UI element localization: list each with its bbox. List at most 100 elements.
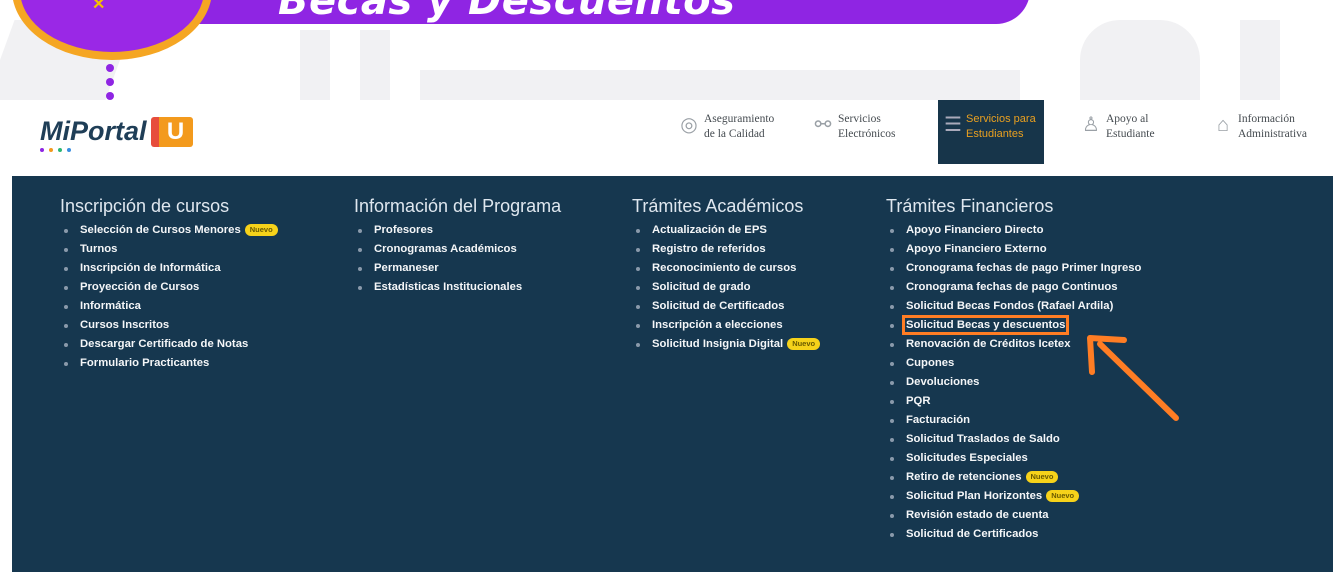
menu-item-label: Renovación de Créditos Icetex: [906, 338, 1071, 350]
menu-item-label: Cursos Inscritos: [80, 319, 170, 331]
menu-item-label: Apoyo Financiero Externo: [906, 243, 1047, 255]
column-inscripcion-cursos: Inscripción de cursos Selección de Curso…: [60, 196, 278, 373]
menu-item-label: Cronograma fechas de pago Continuos: [906, 281, 1118, 293]
menu-item-label: Reconocimiento de cursos: [652, 262, 797, 274]
menu-item[interactable]: Turnos: [60, 240, 278, 259]
menu-item[interactable]: Solicitud Becas Fondos (Rafael Ardila): [886, 297, 1141, 316]
person-icon: ♙: [1082, 114, 1100, 136]
menu-item[interactable]: Inscripción de Informática: [60, 259, 278, 278]
menu-item[interactable]: Solicitud Insignia Digital Nuevo: [632, 335, 821, 354]
menu-item[interactable]: Apoyo Financiero Directo: [886, 221, 1141, 240]
menu-item-label: Profesores: [374, 224, 434, 236]
menu-list: Selección de Cursos Menores Nuevo Turnos In…: [60, 221, 278, 373]
nav-item-servicios-electronicos[interactable]: ⚯ Servicios Electrónicos: [812, 112, 914, 142]
nav-item-servicios-estudiantes[interactable]: ☰ Servicios para Estudiantes: [938, 100, 1044, 164]
menu-item-label: Proyección de Cursos: [80, 281, 200, 293]
nav-item-aseguramiento[interactable]: ◎ Aseguramiento de la Calidad: [678, 112, 786, 142]
menu-item-label: Solicitudes Especiales: [906, 452, 1028, 464]
menu-item[interactable]: Revisión estado de cuenta: [886, 506, 1141, 525]
menu-item-label: Permaneser: [374, 262, 439, 274]
menu-item-label: PQR: [906, 395, 931, 407]
menu-list: Profesores Cronogramas Académicos Permanes…: [354, 221, 561, 297]
column-title: Trámites Financieros: [886, 196, 1054, 216]
nav-label: Servicios para Estudiantes: [966, 113, 1036, 140]
nav-item-apoyo-estudiante[interactable]: ♙ Apoyo al Estudiante: [1080, 112, 1176, 142]
menu-item-label: Selección de Cursos Menores: [80, 224, 241, 236]
menu-item[interactable]: Estadísticas Institucionales: [354, 278, 561, 297]
menu-item-label: Inscripción de Informática: [80, 262, 221, 274]
column-title: Trámites Académicos: [632, 196, 804, 216]
menu-item[interactable]: Solicitud de Certificados: [632, 297, 820, 316]
menu-item[interactable]: Solicitud de Certificados: [886, 525, 1141, 544]
logo-text: MiPortal: [40, 116, 147, 146]
menu-item[interactable]: Cronograma fechas de pago Continuos: [886, 278, 1141, 297]
building-icon: ⌂: [1216, 114, 1230, 136]
menu-item[interactable]: Cronograma fechas de pago Primer Ingreso: [886, 259, 1141, 278]
menu-item[interactable]: Solicitudes Especiales: [886, 449, 1141, 468]
menu-item[interactable]: Solicitud Traslados de Saldo: [886, 430, 1141, 449]
menu-item-label: Cupones: [906, 357, 955, 369]
menu-item[interactable]: Inscripción a elecciones: [632, 316, 820, 335]
menu-item-label: Formulario Practicantes: [80, 357, 210, 369]
menu-item[interactable]: Apoyo Financiero Externo: [886, 240, 1141, 259]
portal-header: MiPortal U ◎ Aseguramiento de la Calidad…: [0, 100, 1333, 164]
menu-item[interactable]: Permaneser: [354, 259, 561, 278]
menu-item-label: Devoluciones: [906, 376, 980, 388]
new-badge: Nuevo: [787, 338, 821, 350]
nav-label: Servicios Electrónicos: [838, 113, 896, 140]
menu-item[interactable]: Solicitud Plan Horizontes Nuevo: [886, 487, 1141, 506]
miportal-logo[interactable]: MiPortal U: [40, 116, 193, 147]
menu-item-label: Turnos: [80, 243, 118, 255]
menu-item-label: Solicitud Plan Horizontes: [906, 490, 1043, 502]
menu-item[interactable]: Selección de Cursos Menores Nuevo: [60, 221, 278, 240]
logo-dots: [40, 148, 71, 152]
column-title: Inscripción de cursos: [60, 196, 230, 216]
menu-item-label: Cronograma fechas de pago Primer Ingreso: [906, 262, 1142, 274]
menu-item-label: Facturación: [906, 414, 971, 426]
nav-item-informacion-administrativa[interactable]: ⌂ Información Administrativa: [1212, 112, 1333, 142]
menu-item[interactable]: Cronogramas Académicos: [354, 240, 561, 259]
menu-item-label: Descargar Certificado de Notas: [80, 338, 249, 350]
menu-item[interactable]: Reconocimiento de cursos: [632, 259, 820, 278]
student-icon: ☰: [944, 114, 962, 136]
menu-item[interactable]: Formulario Practicantes: [60, 354, 278, 373]
menu-item-label: Estadísticas Institucionales: [374, 281, 523, 293]
menu-item-label: Solicitud de Certificados: [906, 528, 1039, 540]
menu-item-label: Registro de referidos: [652, 243, 766, 255]
column-tramites-academicos: Trámites Académicos Actualización de EPS…: [632, 196, 821, 354]
menu-item-label: Inscripción a elecciones: [652, 319, 783, 331]
menu-item-label: Revisión estado de cuenta: [906, 509, 1049, 521]
menu-item[interactable]: Descargar Certificado de Notas: [60, 335, 278, 354]
new-badge: Nuevo: [1046, 490, 1080, 502]
menu-item-label: Solicitud Insignia Digital: [652, 338, 784, 350]
menu-item[interactable]: Cursos Inscritos: [60, 316, 278, 335]
menu-item-label: Solicitud Becas y descuentos: [901, 315, 1070, 335]
nav-label: Aseguramiento de la Calidad: [704, 113, 775, 140]
menu-item-label: Apoyo Financiero Directo: [906, 224, 1044, 236]
menu-item[interactable]: Actualización de EPS: [632, 221, 820, 240]
menu-item[interactable]: Solicitud de grado: [632, 278, 820, 297]
seal-icon: ◎: [680, 114, 698, 136]
menu-item-label: Informática: [80, 300, 141, 312]
nav-label: Información Administrativa: [1238, 113, 1307, 140]
new-badge: Nuevo: [1025, 471, 1059, 483]
menu-item[interactable]: Informática: [60, 297, 278, 316]
menu-item-label: Solicitud de grado: [652, 281, 751, 293]
menu-list: Actualización de EPS Registro de referido…: [632, 221, 821, 354]
pointer-arrow-icon: [1087, 335, 1179, 421]
menu-item[interactable]: Proyección de Cursos: [60, 278, 278, 297]
menu-item[interactable]: Registro de referidos: [632, 240, 820, 259]
menu-item-label: Retiro de retenciones: [906, 471, 1022, 483]
sparkle-icon: ✕: [92, 0, 106, 13]
menu-item-label: Solicitud Becas Fondos (Rafael Ardila): [906, 300, 1114, 312]
banner-title: Becas y Descuentos: [278, 0, 736, 24]
column-informacion-programa: Información del Programa Profesores Crono…: [354, 196, 561, 297]
menu-item-label: Solicitud Traslados de Saldo: [906, 433, 1060, 445]
menu-item[interactable]: Profesores: [354, 221, 561, 240]
menu-item-label: Actualización de EPS: [652, 224, 767, 236]
menu-item[interactable]: Retiro de retenciones Nuevo: [886, 468, 1141, 487]
new-badge: Nuevo: [244, 224, 278, 236]
nav-label: Apoyo al Estudiante: [1106, 113, 1155, 140]
menu-item-label: Cronogramas Académicos: [374, 243, 517, 255]
menu-item-label: Solicitud de Certificados: [652, 300, 785, 312]
